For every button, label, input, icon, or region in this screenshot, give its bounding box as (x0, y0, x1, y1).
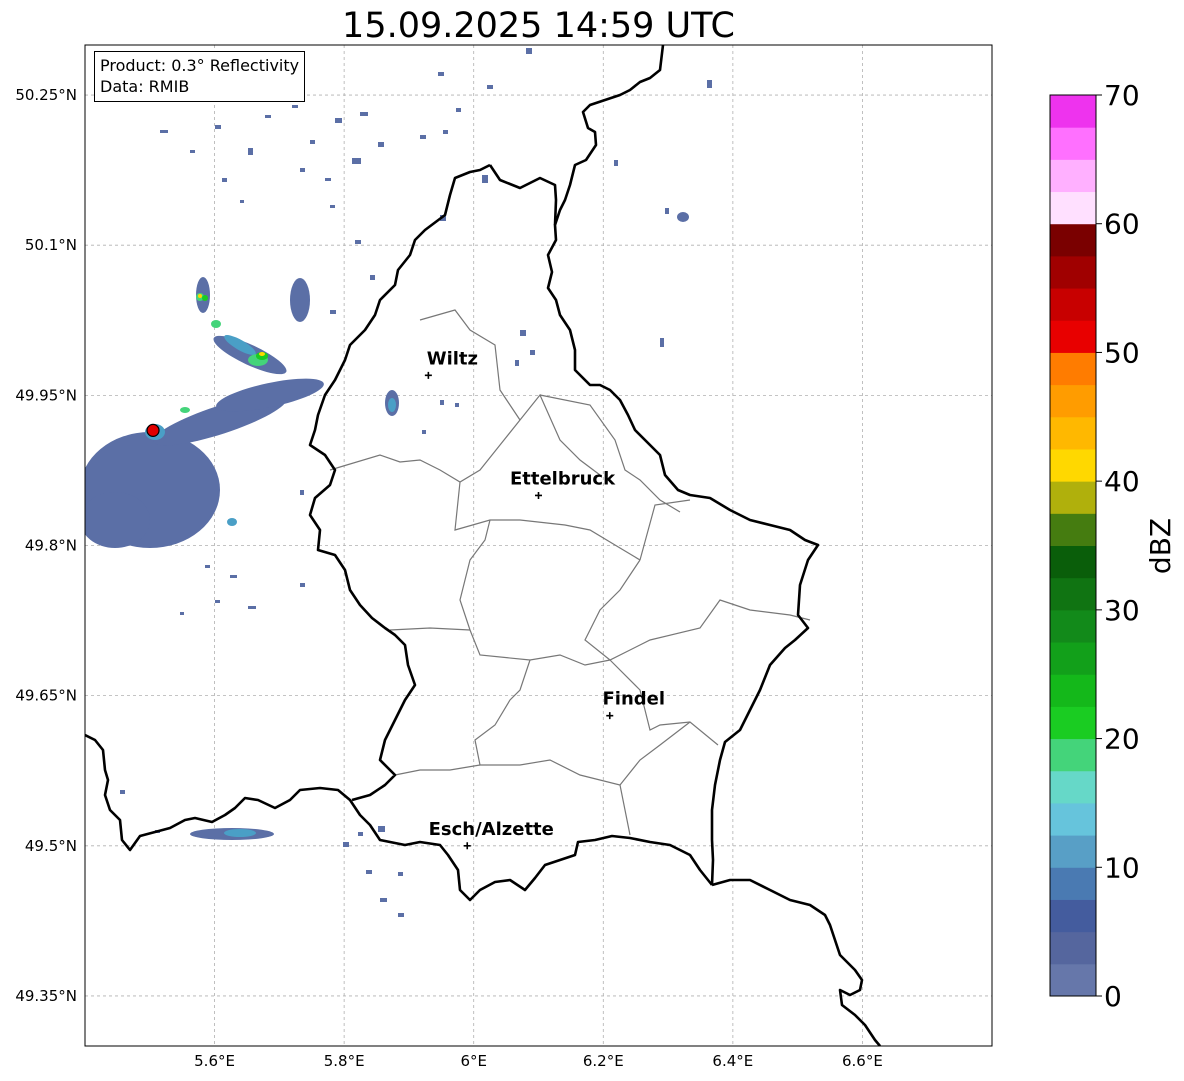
city-marker-icon (424, 371, 432, 379)
city-wiltz: Wiltz (424, 348, 478, 379)
radar-site-icon (146, 423, 160, 437)
colorbar-segment (1050, 963, 1096, 997)
colorbar-tick-label: 10 (1104, 851, 1140, 884)
product-info-box: Product: 0.3° Reflectivity Data: RMIB (94, 51, 306, 102)
colorbar-segment (1050, 384, 1096, 418)
colorbar-segment (1050, 577, 1096, 611)
city-marker-icon (535, 491, 542, 499)
lat-tick-label: 49.35°N (15, 987, 77, 1005)
colorbar-segment (1050, 674, 1096, 707)
colorbar-segment (1050, 867, 1096, 900)
colorbar-tick-label: 30 (1104, 594, 1140, 627)
city-findel: Findel (602, 689, 665, 720)
colorbar: 0 10 20 30 40 50 60 70 (1049, 79, 1140, 1013)
gridlines (85, 45, 992, 1046)
lon-tick-label: 6.4°E (712, 1052, 753, 1070)
colorbar-segment (1050, 288, 1096, 321)
colorbar-segment (1050, 899, 1096, 933)
canton-boundaries (329, 309, 811, 836)
lon-tick-label: 6.6°E (842, 1052, 883, 1070)
city-label: Ettelbruck (510, 468, 616, 489)
colorbar-segment (1050, 95, 1096, 128)
city-esch-alzette: Esch/Alzette (429, 819, 554, 850)
colorbar-segment (1050, 738, 1096, 772)
colorbar-tick-label: 50 (1104, 336, 1140, 369)
colorbar-segment (1050, 481, 1096, 514)
lat-tick-label: 50.25°N (15, 86, 77, 104)
city-marker-icon (606, 712, 614, 720)
colorbar-segment (1050, 223, 1096, 257)
city-marker-icon (463, 842, 471, 850)
colorbar-segment (1050, 127, 1096, 160)
lat-tick-label: 49.95°N (15, 386, 77, 404)
city-label: Wiltz (427, 348, 478, 369)
colorbar-segment (1050, 320, 1096, 353)
colorbar-tick-label: 60 (1104, 208, 1140, 241)
colorbar-segment (1050, 706, 1096, 740)
colorbar-tick-label: 20 (1104, 723, 1140, 756)
product-label: Product: 0.3° Reflectivity (100, 56, 300, 75)
lat-tick-label: 49.5°N (25, 837, 77, 855)
colorbar-segment (1050, 770, 1096, 804)
colorbar-tick-label: 70 (1104, 79, 1140, 112)
colorbar-segment (1050, 352, 1096, 386)
colorbar-segment (1050, 609, 1096, 643)
axis-ticks: 5.6°E 5.8°E 6°E 6.2°E 6.4°E 6.6°E 50.25°N 50.1°… (15, 86, 883, 1070)
lat-tick-label: 50.1°N (25, 236, 77, 254)
colorbar-segment (1050, 448, 1096, 482)
city-label: Esch/Alzette (429, 819, 554, 840)
lon-tick-label: 6.2°E (583, 1052, 624, 1070)
colorbar-segment (1050, 513, 1096, 546)
colorbar-segment (1050, 416, 1096, 450)
colorbar-segment (1050, 931, 1096, 965)
colorbar-label: dBZ (1144, 518, 1177, 574)
colorbar-segment (1050, 545, 1096, 579)
lon-tick-label: 6°E (460, 1052, 487, 1070)
radar-site-marker (146, 423, 160, 437)
data-source-label: Data: RMIB (100, 77, 190, 96)
lat-tick-label: 49.65°N (15, 687, 77, 705)
colorbar-segment (1050, 255, 1096, 289)
radar-echoes (85, 48, 712, 917)
colorbar-segment (1050, 802, 1096, 836)
colorbar-segment (1050, 159, 1096, 193)
radar-map: 5.6°E 5.8°E 6°E 6.2°E 6.4°E 6.6°E 50.25°N 50.1°… (15, 44, 1177, 1070)
colorbar-segment (1050, 642, 1096, 675)
colorbar-tick-label: 0 (1104, 980, 1122, 1013)
colorbar-segment (1050, 835, 1096, 868)
lon-tick-label: 5.6°E (194, 1052, 235, 1070)
colorbar-tick-label: 40 (1104, 465, 1140, 498)
lat-tick-label: 49.8°N (25, 537, 77, 555)
lon-tick-label: 5.8°E (324, 1052, 365, 1070)
city-ettelbruck: Ettelbruck (510, 468, 616, 499)
city-label: Findel (602, 689, 665, 710)
colorbar-segment (1050, 191, 1096, 225)
